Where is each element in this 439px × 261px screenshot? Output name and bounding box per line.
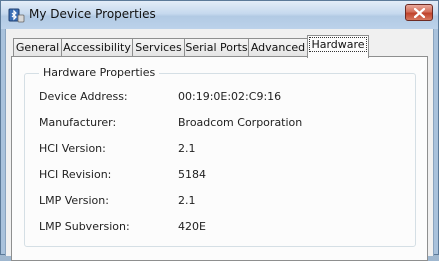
tab-advanced[interactable]: Advanced <box>248 38 308 57</box>
hci-revision-label: HCI Revision: <box>39 168 112 181</box>
lmp-version-value: 2.1 <box>178 194 196 207</box>
hci-version-label: HCI Version: <box>39 142 106 155</box>
device-properties-window: My Device Properties General Accessibili… <box>0 0 439 261</box>
hardware-tab-panel: Hardware Properties Device Address: 00:1… <box>11 56 428 261</box>
tab-general[interactable]: General <box>13 38 62 57</box>
tab-serial-ports[interactable]: Serial Ports <box>184 38 249 57</box>
device-address-label: Device Address: <box>39 90 128 103</box>
tab-hardware[interactable]: Hardware <box>307 35 369 58</box>
bluetooth-device-icon <box>7 6 25 24</box>
close-icon <box>414 8 425 18</box>
tab-label: Accessibility <box>63 41 131 54</box>
manufacturer-label: Manufacturer: <box>39 116 117 129</box>
device-address-value: 00:19:0E:02:C9:16 <box>178 90 282 103</box>
tab-label: Hardware <box>309 37 367 52</box>
tab-label: Services <box>135 41 182 54</box>
group-title: Hardware Properties <box>39 66 160 79</box>
manufacturer-value: Broadcom Corporation <box>178 116 303 129</box>
tab-accessibility[interactable]: Accessibility <box>61 38 133 57</box>
window-title: My Device Properties <box>29 7 156 21</box>
dialog-client-area: General Accessibility Services Serial Po… <box>5 29 434 261</box>
tab-label: Serial Ports <box>185 41 248 54</box>
hci-version-value: 2.1 <box>178 142 196 155</box>
tab-label: General <box>15 41 60 54</box>
lmp-version-label: LMP Version: <box>39 194 109 207</box>
lmp-subversion-label: LMP Subversion: <box>39 220 130 233</box>
lmp-subversion-value: 420E <box>178 220 206 233</box>
hardware-properties-group: Hardware Properties Device Address: 00:1… <box>24 66 416 247</box>
close-button[interactable] <box>405 4 433 21</box>
tab-label: Advanced <box>250 41 306 54</box>
tab-services[interactable]: Services <box>132 38 185 57</box>
hci-revision-value: 5184 <box>178 168 206 181</box>
title-bar[interactable]: My Device Properties <box>1 1 438 29</box>
